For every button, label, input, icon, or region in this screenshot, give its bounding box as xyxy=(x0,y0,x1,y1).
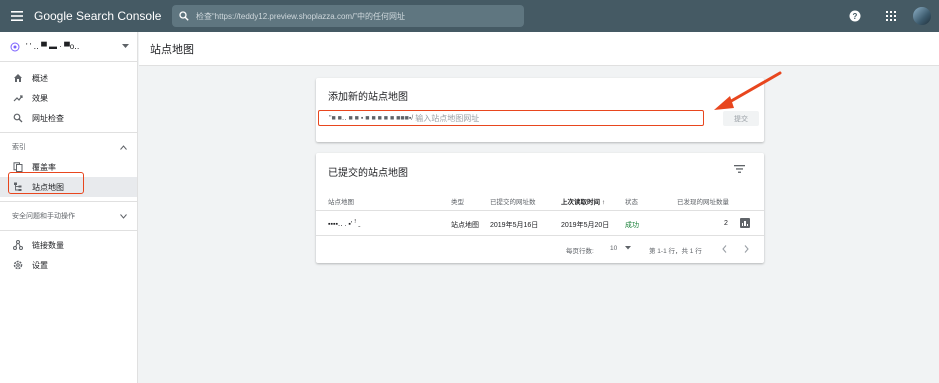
divider xyxy=(0,230,137,231)
divider xyxy=(0,201,137,202)
submit-button[interactable]: 提交 xyxy=(723,111,759,126)
property-url-prefix: "■ ■‥ ■ ■ ▪ ■ ■ ■ ■ ■ ■■■▪/ xyxy=(329,115,414,122)
filter-icon[interactable] xyxy=(732,162,746,176)
column-header-last-read[interactable]: 上次读取时间 ↑ xyxy=(561,196,605,206)
divider xyxy=(316,210,764,211)
url-inspection-search[interactable] xyxy=(172,5,524,27)
rows-per-page-value: 10 xyxy=(610,245,618,252)
svg-text:?: ? xyxy=(853,12,858,21)
app-logo[interactable]: Google Search Console xyxy=(34,9,161,23)
section-index-header[interactable]: 索引 xyxy=(0,137,137,157)
sitemaps-highlight-annotation xyxy=(8,172,84,194)
page-title: 站点地图 xyxy=(139,32,939,66)
sidebar-item-label: 设置 xyxy=(32,260,48,270)
help-icon[interactable]: ? xyxy=(837,0,873,32)
sidebar-item-label: 覆盖率 xyxy=(32,162,56,172)
search-input[interactable] xyxy=(196,11,516,21)
column-header-submitted[interactable]: 已提交的网址数 xyxy=(490,196,536,206)
links-icon xyxy=(12,239,24,251)
column-header-label: 上次读取时间 xyxy=(561,199,600,206)
divider xyxy=(316,235,764,236)
section-security-header[interactable]: 安全问题和手动操作 xyxy=(0,206,137,226)
avatar[interactable] xyxy=(913,7,931,25)
sidebar-item-label: 网址检查 xyxy=(32,113,64,123)
next-page-icon[interactable] xyxy=(744,245,749,255)
sidebar-item-url-inspection[interactable]: 网址检查 xyxy=(0,108,137,128)
column-header-discovered[interactable]: 已发现的网址数量 xyxy=(677,196,729,206)
annotation-arrow xyxy=(714,71,782,110)
sort-arrow-icon: ↑ xyxy=(601,199,606,206)
sitemap-type: 站点地图 xyxy=(451,222,479,229)
caret-down-icon xyxy=(625,246,632,250)
gear-icon xyxy=(12,259,24,271)
sidebar-item-label: 效果 xyxy=(32,93,48,103)
sitemap-path[interactable]: ▪▪▪▪‥ . ▪' ꜝ ˍ xyxy=(328,220,360,228)
sidebar-item-performance[interactable]: 效果 xyxy=(0,88,137,108)
search-icon xyxy=(12,112,24,124)
divider xyxy=(0,132,137,133)
chevron-up-icon xyxy=(120,144,127,150)
sidebar-item-settings[interactable]: 设置 xyxy=(0,255,137,275)
sidebar-item-label: 概述 xyxy=(32,73,48,83)
rows-per-page-label: 每页行数: xyxy=(566,248,594,255)
section-label: 安全问题和手动操作 xyxy=(12,213,75,220)
apps-grid-icon[interactable] xyxy=(873,0,909,32)
sidebar-item-links[interactable]: 链接数量 xyxy=(0,235,137,255)
status-badge: 成功 xyxy=(625,222,639,229)
add-sitemap-card: 添加新的站点地图 "■ ■‥ ■ ■ ▪ ■ ■ ■ ■ ■ ■■■▪/ 提交 xyxy=(316,78,764,142)
column-header-sitemap[interactable]: 站点地图 xyxy=(328,196,354,206)
property-selector[interactable]: ' ' ‥ ▀ ▬ · ▀o‥ xyxy=(0,32,137,62)
column-header-type[interactable]: 类型 xyxy=(451,196,464,206)
submitted-date: 2019年5月16日 xyxy=(490,222,539,229)
card-title: 添加新的站点地图 xyxy=(328,92,408,103)
prev-page-icon[interactable] xyxy=(722,245,727,255)
home-icon xyxy=(12,72,24,84)
search-icon xyxy=(172,11,196,21)
sitemap-url-field[interactable]: "■ ■‥ ■ ■ ▪ ■ ■ ■ ■ ■ ■■■▪/ xyxy=(318,110,704,126)
card-title: 已提交的站点地图 xyxy=(328,168,408,179)
column-header-status[interactable]: 状态 xyxy=(625,196,638,206)
property-name: ' ' ‥ ▀ ▬ · ▀o‥ xyxy=(26,42,80,51)
top-app-bar: Google Search Console ? xyxy=(0,0,939,32)
bar-chart-icon[interactable] xyxy=(740,218,750,228)
chevron-down-icon xyxy=(120,213,127,219)
pagination-range: 第 1-1 行，共 1 行 xyxy=(649,248,702,255)
caret-down-icon xyxy=(122,44,129,48)
discovered-count: 2 xyxy=(724,220,728,227)
sidebar-item-label: 链接数量 xyxy=(32,240,64,250)
property-icon xyxy=(10,42,20,51)
sidebar: ' ' ‥ ▀ ▬ · ▀o‥ 概述 效果 网址检查 索引 覆盖率 站点地图 安… xyxy=(0,32,138,383)
section-label: 索引 xyxy=(12,144,26,151)
menu-icon[interactable] xyxy=(0,0,34,32)
rows-per-page-select[interactable]: 10 xyxy=(610,245,632,252)
sidebar-item-overview[interactable]: 概述 xyxy=(0,68,137,88)
last-read-date: 2019年5月20日 xyxy=(561,222,610,229)
trending-up-icon xyxy=(12,92,24,104)
sitemap-url-input[interactable] xyxy=(415,113,536,123)
submitted-sitemaps-card: 已提交的站点地图 站点地图 类型 已提交的网址数 上次读取时间 ↑ 状态 已发现… xyxy=(316,153,764,263)
